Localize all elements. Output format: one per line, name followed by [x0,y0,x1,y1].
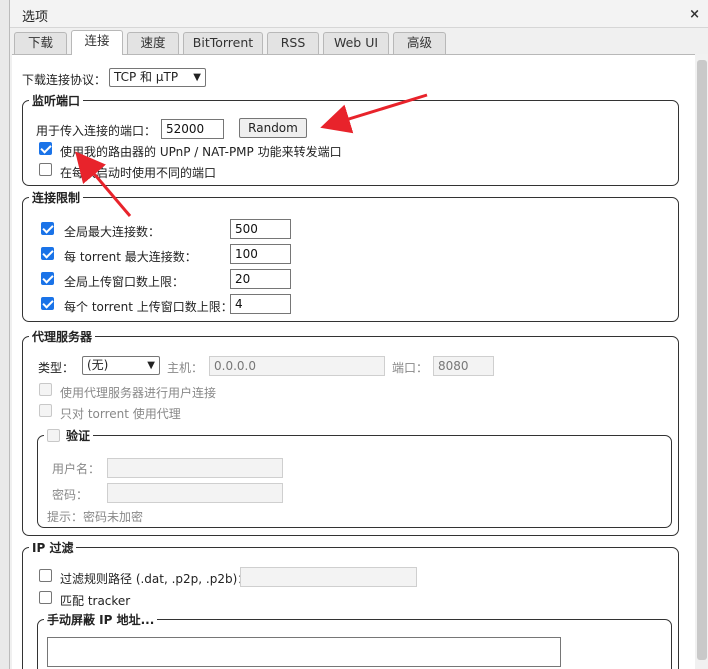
proxy-password-input[interactable] [107,483,283,503]
proxy-auth-legend-label: 验证 [66,429,91,443]
per-torrent-upload-slots-label: 每个 torrent 上传窗口数上限： [64,300,233,314]
listen-port-legend: 监听端口 [32,94,81,108]
connection-limits-legend: 连接限制 [32,191,81,205]
tab-content: 下载连接协议： TCP 和 μTP ▼ 监听端口 用于传入连接的端口： 5200… [12,54,695,669]
global-max-connections-label: 全局最大连接数： [64,225,161,239]
dialog-title: 选项 [22,10,49,25]
tab-downloads[interactable]: 下载 [14,32,67,54]
proxy-peer-connections-checkbox[interactable] [39,383,52,396]
proxy-port-input[interactable]: 8080 [433,356,494,376]
global-upload-slots-checkbox[interactable] [41,272,54,285]
per-torrent-upload-slots-input[interactable]: 4 [230,294,291,314]
proxy-type-select[interactable]: (无) ▼ [82,356,160,375]
tab-speed[interactable]: 速度 [127,32,179,54]
close-icon[interactable]: × [689,7,700,22]
protocol-label: 下载连接协议： [22,73,107,87]
manual-ban-legend: 手动屏蔽 IP 地址... [47,613,155,627]
options-dialog: 选项 × 下载 连接 速度 BitTorrent RSS Web UI 高级 下… [9,0,708,669]
proxy-username-label: 用户名： [52,462,101,476]
proxy-legend: 代理服务器 [32,330,93,344]
scrollbar[interactable] [695,54,708,669]
listen-port-input[interactable]: 52000 [161,119,224,139]
random-port-startup-checkbox[interactable] [39,163,52,176]
per-torrent-max-connections-label: 每 torrent 最大连接数： [64,250,197,264]
manual-ban-textarea[interactable] [47,637,561,667]
proxy-type-value: (无) [87,358,109,372]
tab-webui[interactable]: Web UI [323,32,389,54]
proxy-host-input[interactable]: 0.0.0.0 [209,356,385,376]
upnp-checkbox[interactable] [39,142,52,155]
proxy-auth-legend: 验证 [44,427,93,444]
proxy-port-label: 端口： [392,361,429,375]
ip-filter-tracker-label: 匹配 tracker [60,594,131,608]
proxy-type-label: 类型： [38,361,75,375]
chevron-down-icon: ▼ [147,360,155,371]
ip-filter-path-input[interactable] [240,567,417,587]
tab-connection[interactable]: 连接 [71,30,123,55]
proxy-auth-checkbox[interactable] [47,429,60,442]
tab-advanced[interactable]: 高级 [393,32,446,54]
per-torrent-max-connections-input[interactable]: 100 [230,244,291,264]
scrollbar-thumb[interactable] [697,60,707,660]
protocol-value: TCP 和 μTP [114,70,179,84]
tab-bittorrent[interactable]: BitTorrent [183,32,263,54]
random-port-button[interactable]: Random [239,118,307,138]
random-port-startup-label: 在每次启动时使用不同的端口 [60,166,217,180]
proxy-host-label: 主机： [167,361,204,375]
global-upload-slots-label: 全局上传窗口数上限： [64,275,185,289]
listen-port-label: 用于传入连接的端口： [36,124,157,138]
proxy-password-hint: 提示：密码未加密 [47,510,144,524]
proxy-username-input[interactable] [107,458,283,478]
per-torrent-upload-slots-checkbox[interactable] [41,297,54,310]
ip-filter-checkbox[interactable] [39,569,52,582]
protocol-select[interactable]: TCP 和 μTP ▼ [109,68,206,87]
title-bar: 选项 × [10,0,708,28]
proxy-torrent-only-checkbox[interactable] [39,404,52,417]
tab-bar: 下载 连接 速度 BitTorrent RSS Web UI 高级 [10,30,708,55]
proxy-password-label: 密码： [52,488,89,502]
proxy-peer-connections-label: 使用代理服务器进行用户连接 [60,386,217,400]
global-upload-slots-input[interactable]: 20 [230,269,291,289]
ip-filter-path-label: 过滤规则路径 (.dat, .p2p, .p2b)： [60,572,250,586]
per-torrent-max-connections-checkbox[interactable] [41,247,54,260]
chevron-down-icon: ▼ [193,72,201,83]
tab-rss[interactable]: RSS [267,32,319,54]
global-max-connections-input[interactable]: 500 [230,219,291,239]
global-max-connections-checkbox[interactable] [41,222,54,235]
ip-filter-legend: IP 过滤 [32,541,74,555]
ip-filter-tracker-checkbox[interactable] [39,591,52,604]
proxy-torrent-only-label: 只对 torrent 使用代理 [60,407,181,421]
upnp-label: 使用我的路由器的 UPnP / NAT-PMP 功能来转发端口 [60,145,342,159]
